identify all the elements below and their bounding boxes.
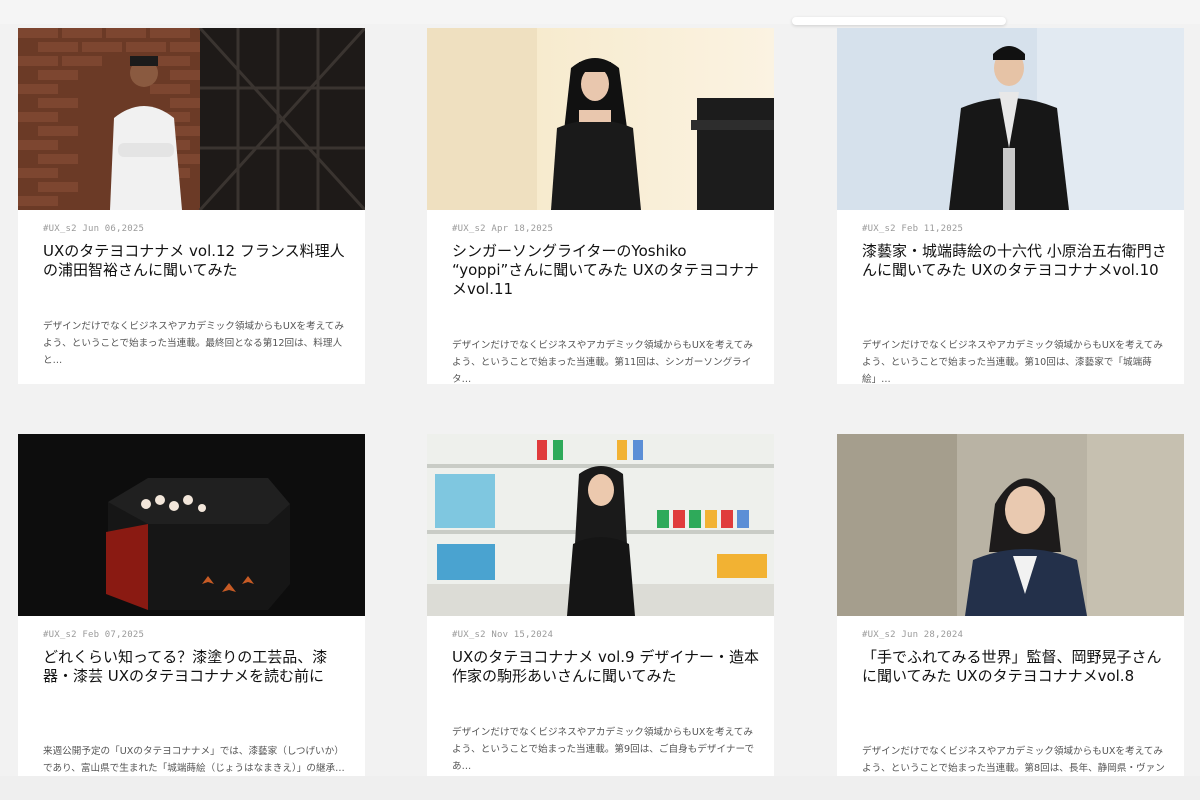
article-card-1[interactable]: #UX_s2 Jun 06,2025 UXのタテヨコナナメ vol.12 フラン… [18, 28, 365, 384]
article-thumbnail-kimono[interactable] [837, 28, 1184, 210]
article-excerpt: 来週公開予定の「UXのタテヨコナナメ」では、漆藝家（しつげいか）であり、富山県で… [43, 746, 345, 774]
bottom-strip [0, 776, 1200, 800]
article-thumbnail-designer[interactable] [427, 434, 774, 616]
article-title[interactable]: どれくらい知ってる？漆塗りの工芸品、漆器・漆芸 UXのタテヨコナナメを読む前に [43, 648, 353, 686]
article-title[interactable]: 「手でふれてみる世界」監督、岡野晃子さんに聞いてみた UXのタテヨコナナメvol… [862, 648, 1172, 686]
article-thumbnail-director[interactable] [837, 434, 1184, 616]
article-card-2[interactable]: #UX_s2 Apr 18,2025 シンガーソングライターのYoshiko “… [427, 28, 774, 384]
article-excerpt: デザインだけでなくビジネスやアカデミック領域からもUXを考えてみよう、ということ… [862, 746, 1165, 774]
article-title[interactable]: UXのタテヨコナナメ vol.12 フランス料理人の浦田智裕さんに聞いてみた [43, 242, 353, 280]
article-meta: #UX_s2 Feb 11,2025 [862, 224, 964, 234]
article-card-6[interactable]: #UX_s2 Jun 28,2024 「手でふれてみる世界」監督、岡野晃子さんに… [837, 434, 1184, 776]
article-meta: #UX_s2 Jun 06,2025 [43, 224, 145, 234]
article-excerpt: デザインだけでなくビジネスやアカデミック領域からもUXを考えてみよう、ということ… [452, 340, 753, 384]
article-title[interactable]: 漆藝家・城端蒔絵の十六代 小原治五右衛門さんに聞いてみた UXのタテヨコナナメv… [862, 242, 1172, 280]
article-meta: #UX_s2 Jun 28,2024 [862, 630, 964, 640]
top-bar [0, 0, 1200, 25]
article-thumbnail-singer[interactable] [427, 28, 774, 210]
article-card-5[interactable]: #UX_s2 Nov 15,2024 UXのタテヨコナナメ vol.9 デザイナ… [427, 434, 774, 776]
article-title[interactable]: UXのタテヨコナナメ vol.9 デザイナー・造本作家の駒形あいさんに聞いてみた [452, 648, 762, 686]
article-excerpt: デザインだけでなくビジネスやアカデミック領域からもUXを考えてみよう、ということ… [452, 727, 755, 772]
article-card-4[interactable]: #UX_s2 Feb 07,2025 どれくらい知ってる？漆塗りの工芸品、漆器・… [18, 434, 365, 776]
article-excerpt: デザインだけでなくビジネスやアカデミック領域からもUXを考えてみよう、ということ… [862, 340, 1163, 384]
article-meta: #UX_s2 Apr 18,2025 [452, 224, 554, 234]
article-card-3[interactable]: #UX_s2 Feb 11,2025 漆藝家・城端蒔絵の十六代 小原治五右衛門さ… [837, 28, 1184, 384]
article-thumbnail-lacquerware[interactable] [18, 434, 365, 616]
article-meta: #UX_s2 Nov 15,2024 [452, 630, 554, 640]
article-thumbnail-chef[interactable] [18, 28, 365, 210]
article-meta: #UX_s2 Feb 07,2025 [43, 630, 145, 640]
header-pill [792, 17, 1006, 25]
article-title[interactable]: シンガーソングライターのYoshiko “yoppi”さんに聞いてみた UXのタ… [452, 242, 762, 299]
article-excerpt: デザインだけでなくビジネスやアカデミック領域からもUXを考えてみよう、ということ… [43, 321, 344, 366]
